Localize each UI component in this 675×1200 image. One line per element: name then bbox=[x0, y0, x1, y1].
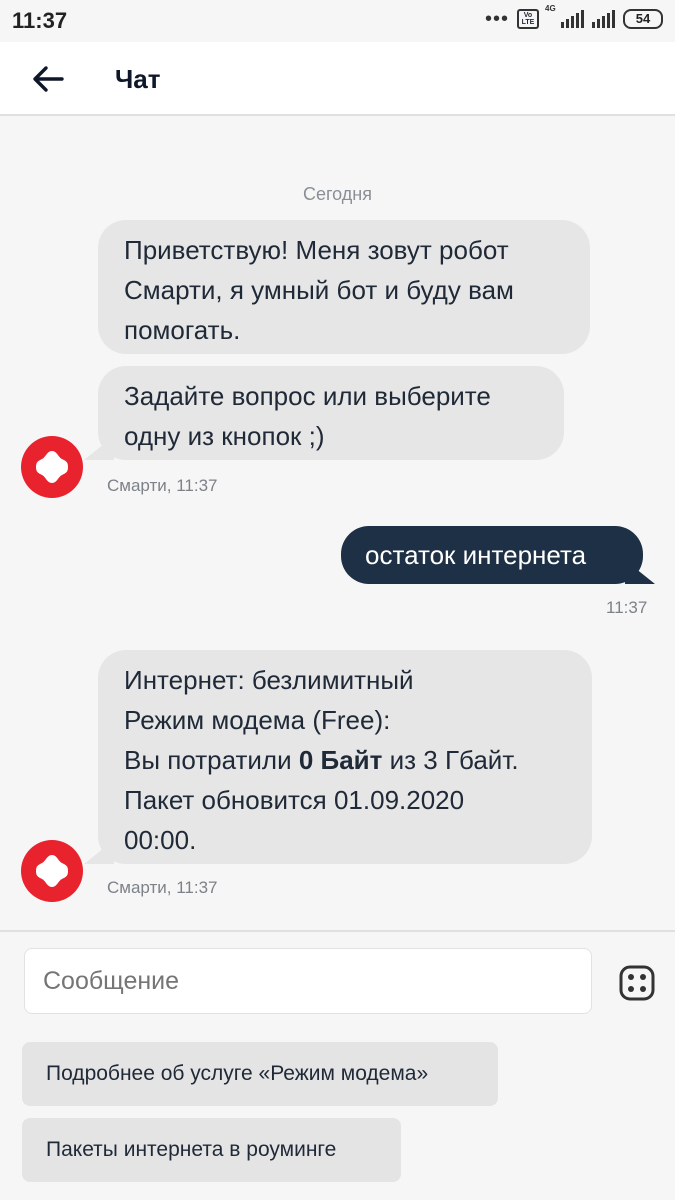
signal-icon bbox=[592, 10, 615, 28]
more-dots-icon: ••• bbox=[484, 8, 509, 30]
message-text-bold: 0 Байт bbox=[298, 745, 383, 775]
composer: Подробнее об услуге «Режим модема» Пакет… bbox=[0, 930, 675, 1200]
status-time: 11:37 bbox=[12, 8, 68, 33]
network-type-label: 4G bbox=[545, 4, 556, 13]
back-button[interactable] bbox=[30, 61, 66, 97]
message-text: Приветствую! Меня зовут робот Смарти, я … bbox=[124, 235, 514, 345]
bot-avatar bbox=[21, 840, 83, 902]
message-line: Интернет: безлимитный bbox=[124, 665, 414, 695]
bot-message: Интернет: безлимитный Режим модема (Free… bbox=[98, 650, 592, 864]
message-text: остаток интернета bbox=[365, 540, 587, 570]
emoji-icon bbox=[619, 965, 655, 1001]
message-line: Режим модема (Free): bbox=[124, 705, 391, 735]
bot-logo-icon bbox=[36, 451, 68, 483]
message-text: из 3 Гбайт. bbox=[382, 745, 519, 775]
message-line: 00:00. bbox=[124, 825, 197, 855]
message-line: Вы потратили 0 Байт из 3 Гбайт. bbox=[124, 740, 566, 780]
volte-icon: Vo LTE bbox=[517, 9, 539, 29]
message-meta: Смарти, 11:37 bbox=[107, 476, 218, 495]
status-icons: ••• Vo LTE 4G 54 bbox=[484, 4, 663, 30]
arrow-left-icon bbox=[33, 66, 64, 92]
quick-reply-button[interactable]: Подробнее об услуге «Режим модема» bbox=[22, 1042, 498, 1106]
user-message: остаток интернета bbox=[341, 526, 643, 584]
chat-area[interactable]: Сегодня Приветствую! Меня зовут робот См… bbox=[0, 116, 675, 930]
signal-4g-icon: 4G bbox=[545, 4, 584, 28]
message-text: Вы потратили bbox=[124, 745, 299, 775]
emoji-button[interactable] bbox=[618, 964, 656, 1002]
message-meta: Смарти, 11:37 bbox=[107, 878, 218, 897]
message-meta: 11:37 bbox=[606, 598, 648, 617]
message-line: Пакет обновится 01.09.2020 bbox=[124, 785, 465, 815]
message-text: Задайте вопрос или выберите одну из кноп… bbox=[124, 381, 491, 451]
bot-message: Приветствую! Меня зовут робот Смарти, я … bbox=[98, 220, 590, 354]
page-title: Чат bbox=[115, 64, 161, 94]
quick-reply-button[interactable]: Пакеты интернета в роуминге bbox=[22, 1118, 401, 1182]
message-input[interactable] bbox=[24, 948, 592, 1014]
bot-logo-icon bbox=[36, 855, 68, 887]
bot-avatar bbox=[21, 436, 83, 498]
date-separator: Сегодня bbox=[303, 184, 372, 204]
status-bar: 11:37 ••• Vo LTE 4G 54 bbox=[0, 0, 675, 42]
bot-message: Задайте вопрос или выберите одну из кноп… bbox=[98, 366, 564, 460]
app-header: Чат bbox=[0, 42, 675, 116]
battery-icon: 54 bbox=[623, 9, 663, 29]
